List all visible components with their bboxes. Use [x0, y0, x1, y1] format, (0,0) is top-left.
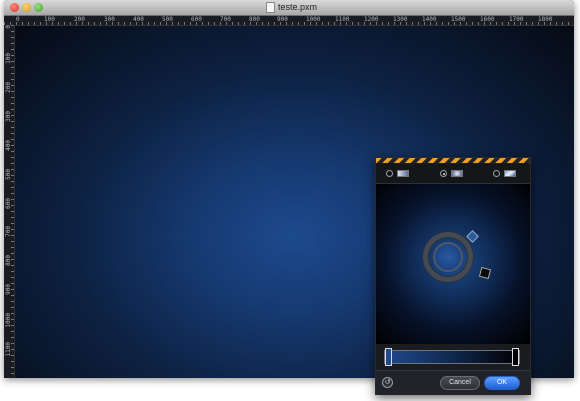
- ruler-label: 700: [220, 16, 231, 23]
- ruler-label: 1200: [364, 16, 379, 23]
- cancel-button[interactable]: Cancel: [440, 376, 480, 390]
- title-bar[interactable]: teste.pxm: [4, 0, 574, 16]
- ruler-label: 100: [44, 16, 55, 23]
- vertical-ruler[interactable]: 0 100 200 300 400 500 600 700 800 900 10…: [4, 25, 15, 378]
- document-icon: [266, 2, 275, 13]
- gradient-stop-end[interactable]: [512, 348, 519, 366]
- gradient-preview[interactable]: [376, 184, 530, 344]
- reset-icon[interactable]: ↺: [382, 377, 393, 388]
- ruler-label: 600: [5, 198, 12, 209]
- ruler-label: 1500: [451, 16, 466, 23]
- gradient-bar-area: [376, 344, 530, 370]
- ruler-label: 1400: [422, 16, 437, 23]
- ruler-label: 1300: [393, 16, 408, 23]
- window-title: teste.pxm: [278, 2, 318, 12]
- ruler-label: 0: [16, 16, 20, 23]
- angle-gradient-icon: [504, 170, 516, 177]
- panel-drag-stripe[interactable]: [376, 158, 530, 163]
- gradient-center-handle[interactable]: [433, 242, 463, 272]
- gradient-editor-panel: ↺ Cancel OK: [375, 157, 531, 395]
- linear-gradient-icon: [397, 170, 409, 177]
- ruler-label: 0: [5, 25, 12, 29]
- horizontal-ruler[interactable]: 0 100 200 300 400 500 600 700 800 900 10…: [4, 16, 574, 26]
- ruler-label: 300: [5, 111, 12, 122]
- ruler-label: 900: [277, 16, 288, 23]
- gradient-bar[interactable]: [384, 350, 520, 364]
- ruler-label: 800: [249, 16, 260, 23]
- panel-footer: ↺ Cancel OK: [376, 370, 530, 395]
- gradient-type-angle-radio[interactable]: [493, 170, 500, 177]
- ruler-label: 900: [5, 284, 12, 295]
- ruler-label: 1100: [335, 16, 350, 23]
- radial-gradient-icon: [451, 170, 463, 177]
- ruler-label: 400: [5, 140, 12, 151]
- ruler-label: 200: [5, 82, 12, 93]
- ruler-label: 1800: [538, 16, 553, 23]
- ruler-label: 1000: [306, 16, 321, 23]
- ruler-label: 500: [5, 169, 12, 180]
- ruler-label: 700: [5, 226, 12, 237]
- ruler-label: 200: [74, 16, 85, 23]
- ruler-label: 1100: [5, 342, 12, 357]
- gradient-type-linear-radio[interactable]: [386, 170, 393, 177]
- gradient-radius-handle[interactable]: [478, 266, 492, 280]
- close-window-button[interactable]: [10, 3, 19, 12]
- ruler-label: 300: [104, 16, 115, 23]
- gradient-stop-start[interactable]: [385, 348, 392, 366]
- ruler-label: 1600: [480, 16, 495, 23]
- zoom-window-button[interactable]: [34, 3, 43, 12]
- ruler-label: 600: [191, 16, 202, 23]
- minimize-window-button[interactable]: [22, 3, 31, 12]
- ruler-label: 800: [5, 255, 12, 266]
- gradient-type-radial-radio[interactable]: [440, 170, 447, 177]
- ruler-label: 1000: [5, 313, 12, 328]
- ruler-label: 400: [133, 16, 144, 23]
- gradient-type-options: [376, 164, 530, 184]
- ruler-label: 500: [162, 16, 173, 23]
- ok-button[interactable]: OK: [484, 376, 520, 390]
- gradient-focus-handle[interactable]: [466, 230, 479, 243]
- ruler-label: 100: [5, 53, 12, 64]
- ruler-label: 1700: [509, 16, 524, 23]
